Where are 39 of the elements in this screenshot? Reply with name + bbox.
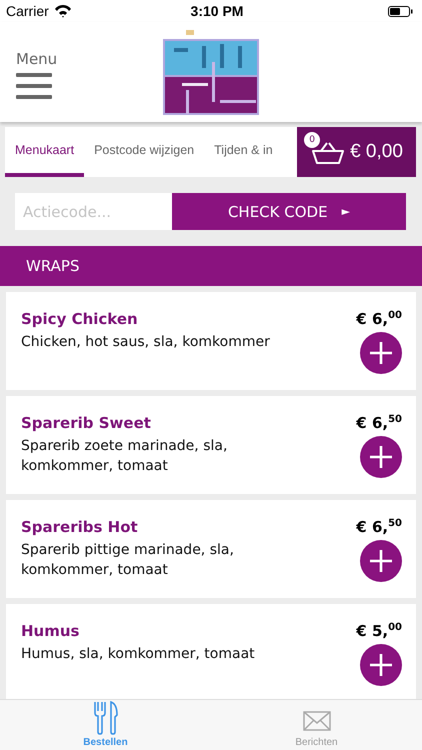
check-code-button[interactable]: CHECK CODE ► bbox=[172, 193, 406, 230]
plus-icon bbox=[369, 653, 393, 677]
add-button[interactable] bbox=[360, 644, 402, 686]
product-card[interactable]: Humus Humus, sla, komkommer, tomaat € 5,$^{00}$ bbox=[6, 604, 416, 699]
product-card[interactable]: Spicy Chicken Chicken, hot saus, sla, komkommer € 6,$^{00}$ bbox=[6, 292, 416, 390]
category-header: WRAPS bbox=[0, 246, 422, 286]
promo-code-field[interactable]: Actiecode... bbox=[15, 193, 172, 230]
product-name: Spareribs Hot bbox=[21, 518, 139, 536]
battery-icon bbox=[388, 6, 413, 16]
product-price: € 6,$^{00}$ bbox=[356, 310, 402, 328]
plus-icon bbox=[369, 341, 393, 365]
tab[interactable]: Tijden & in bbox=[204, 127, 283, 177]
add-button[interactable] bbox=[360, 332, 402, 374]
product-price: € 6,$^{50}$ bbox=[356, 414, 402, 432]
wifi-icon bbox=[54, 4, 72, 18]
product-description: Chicken, hot saus, sla, komkommer bbox=[21, 333, 271, 352]
fork-knife-icon bbox=[92, 701, 119, 735]
product-card[interactable]: Spareribs Hot Sparerib pittige marinade, sla, komkommer, tomaat € 6,$^{50}$ bbox=[6, 500, 416, 598]
product-price: € 6,$^{50}$ bbox=[356, 518, 402, 536]
menu-icon bbox=[16, 72, 52, 98]
product-price: € 5,$^{00}$ bbox=[356, 622, 402, 640]
plus-icon bbox=[369, 549, 393, 573]
cart-button[interactable]: 0 € 0,00 bbox=[297, 127, 416, 177]
product-description: Sparerib zoete marinade, sla, komkommer, tomaat bbox=[21, 437, 228, 476]
carrier-name: Carrier bbox=[6, 3, 49, 19]
plus-icon bbox=[369, 445, 393, 469]
product-name: Humus bbox=[21, 622, 80, 640]
product-name: Sparerib Sweet bbox=[21, 414, 152, 432]
product-name: Spicy Chicken bbox=[21, 310, 139, 328]
product-card[interactable]: Sparerib Sweet Sparerib zoete marinade, sla, komkommer, tomaat € 6,$^{50}$ bbox=[6, 396, 416, 494]
add-button[interactable] bbox=[360, 540, 402, 582]
product-description: Sparerib pittige marinade, sla, komkommer, tomaat bbox=[21, 541, 235, 580]
clock-time: 3:10 PM bbox=[190, 3, 244, 19]
cart-count-badge: 0 bbox=[304, 132, 320, 148]
tab[interactable]: Menukaart bbox=[5, 127, 84, 177]
add-button[interactable] bbox=[360, 436, 402, 478]
menu-button[interactable]: Menu bbox=[16, 50, 96, 98]
product-description: Humus, sla, komkommer, tomaat bbox=[21, 645, 256, 664]
tab[interactable]: Postcode wijzigen bbox=[84, 127, 204, 177]
